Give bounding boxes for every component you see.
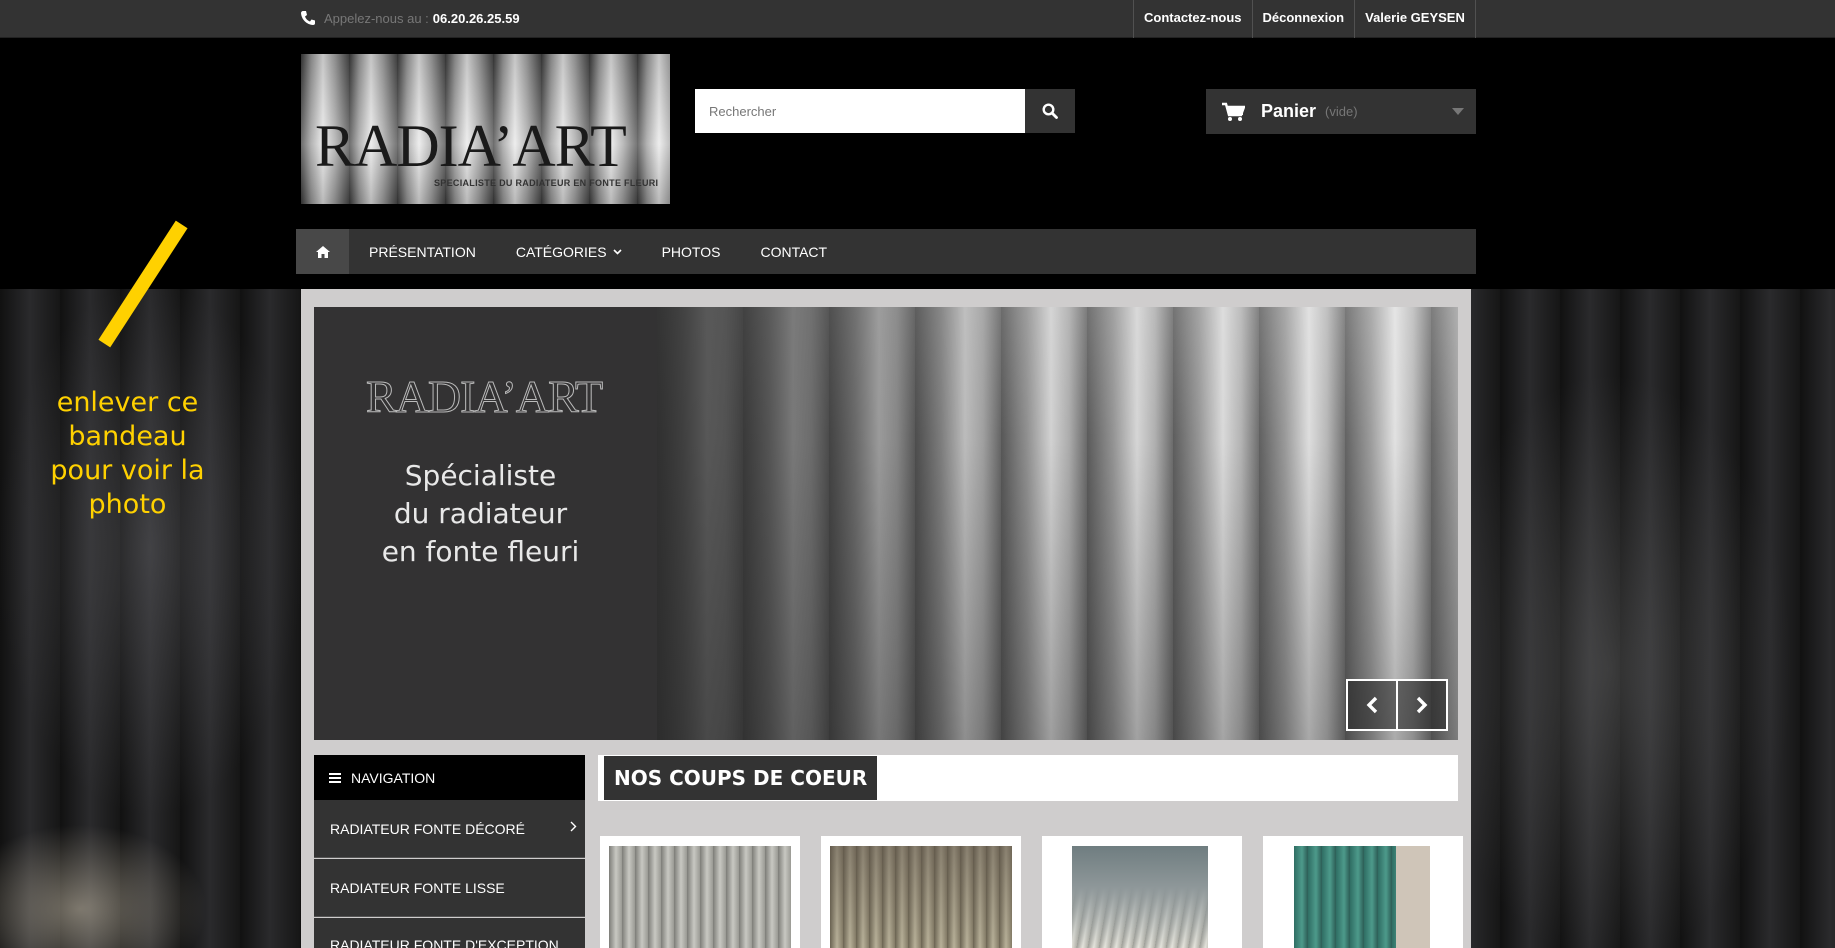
- search-input[interactable]: [695, 89, 1025, 133]
- slider-next-button[interactable]: [1396, 679, 1448, 731]
- tagline-line: Spécialiste: [404, 459, 557, 492]
- phone-number[interactable]: 06.20.26.25.59: [433, 11, 520, 26]
- cart-button[interactable]: Panier (vide): [1206, 89, 1476, 134]
- logo-subtitle: SPECIALISTE DU RADIATEUR EN FONTE FLEURI: [434, 178, 659, 188]
- cart-icon: [1222, 102, 1245, 121]
- slider-brand: RADIA’ART: [365, 371, 603, 423]
- chevron-right-icon: [570, 821, 577, 832]
- phone-info: Appelez-nous au : 06.20.26.25.59: [300, 10, 520, 26]
- main-menu: PRÉSENTATION CATÉGORIES PHOTOS CONTACT: [296, 229, 1476, 274]
- menu-item-contact[interactable]: CONTACT: [740, 229, 847, 274]
- home-button[interactable]: [296, 229, 349, 274]
- product-card[interactable]: [1042, 836, 1242, 948]
- product-image[interactable]: [1072, 846, 1208, 948]
- phone-prefix: Appelez-nous au :: [324, 10, 429, 26]
- menu-item-categories[interactable]: CATÉGORIES: [496, 229, 642, 274]
- product-card[interactable]: [1263, 836, 1463, 948]
- page: Appelez-nous au : 06.20.26.25.59 Contact…: [0, 0, 1835, 948]
- menu-label: CONTACT: [760, 243, 828, 260]
- slider-prev-button[interactable]: [1346, 679, 1398, 731]
- slider-radiator-photo: [657, 307, 1458, 740]
- tagline-line: du radiateur: [393, 497, 568, 530]
- cart-status: (vide): [1325, 104, 1358, 119]
- chevron-down-icon: [613, 248, 622, 255]
- search-icon: [1042, 103, 1058, 119]
- menu-label: PRÉSENTATION: [369, 243, 476, 260]
- menu-icon: [329, 772, 341, 783]
- nav-item-radiateur-exception[interactable]: RADIATEUR FONTE D'EXCEPTION: [314, 918, 585, 948]
- nav-item-label: RADIATEUR FONTE DÉCORÉ: [330, 820, 525, 837]
- product-card[interactable]: [600, 836, 800, 948]
- nav-item-label: RADIATEUR FONTE D'EXCEPTION: [330, 937, 559, 948]
- search-form: [695, 89, 1075, 133]
- section-title: NOS COUPS DE COEUR: [604, 756, 878, 800]
- top-bar: Appelez-nous au : 06.20.26.25.59 Contact…: [0, 0, 1835, 38]
- product-image[interactable]: [830, 846, 1012, 948]
- annotation-text: enlever ce bandeau pour voir la photo: [50, 387, 205, 520]
- product-image[interactable]: [609, 846, 791, 948]
- slider-text-panel: RADIA’ART Spécialiste du radiateur en fo…: [314, 307, 657, 740]
- logout-link[interactable]: Déconnexion: [1251, 0, 1355, 38]
- nav-item-radiateur-lisse[interactable]: RADIATEUR FONTE LISSE: [314, 859, 585, 917]
- menu-label: CATÉGORIES: [515, 243, 607, 260]
- nav-item-label: RADIATEUR FONTE LISSE: [330, 879, 505, 896]
- homepage-slider[interactable]: RADIA’ART Spécialiste du radiateur en fo…: [314, 307, 1458, 740]
- site-logo[interactable]: RADIA’ART SPECIALISTE DU RADIATEUR EN FO…: [301, 54, 670, 204]
- search-button[interactable]: [1025, 89, 1075, 133]
- navigation-title: NAVIGATION: [351, 769, 436, 786]
- account-link[interactable]: Valerie GEYSEN: [1354, 0, 1476, 38]
- tagline-line: en fonte fleuri: [381, 535, 580, 568]
- product-image[interactable]: [1294, 846, 1430, 948]
- cart-label: Panier: [1261, 101, 1317, 121]
- nav-item-radiateur-decore[interactable]: RADIATEUR FONTE DÉCORÉ: [314, 800, 585, 858]
- menu-item-presentation[interactable]: PRÉSENTATION: [349, 229, 496, 274]
- chevron-right-icon: [1416, 696, 1428, 714]
- contact-link[interactable]: Contactez-nous: [1133, 0, 1252, 38]
- chevron-left-icon: [1366, 696, 1378, 714]
- menu-item-photos[interactable]: PHOTOS: [642, 229, 741, 274]
- navigation-header[interactable]: NAVIGATION: [314, 755, 585, 800]
- slider-tagline: Spécialiste du radiateur en fonte fleuri: [314, 457, 647, 571]
- logo-title: RADIA’ART: [315, 113, 627, 179]
- product-card[interactable]: [821, 836, 1021, 948]
- chevron-down-icon: [1452, 108, 1464, 115]
- home-icon: [315, 245, 330, 258]
- top-links: Contactez-nous Déconnexion Valerie GEYSE…: [1133, 0, 1476, 38]
- menu-label: PHOTOS: [661, 243, 721, 260]
- phone-icon: [301, 11, 315, 25]
